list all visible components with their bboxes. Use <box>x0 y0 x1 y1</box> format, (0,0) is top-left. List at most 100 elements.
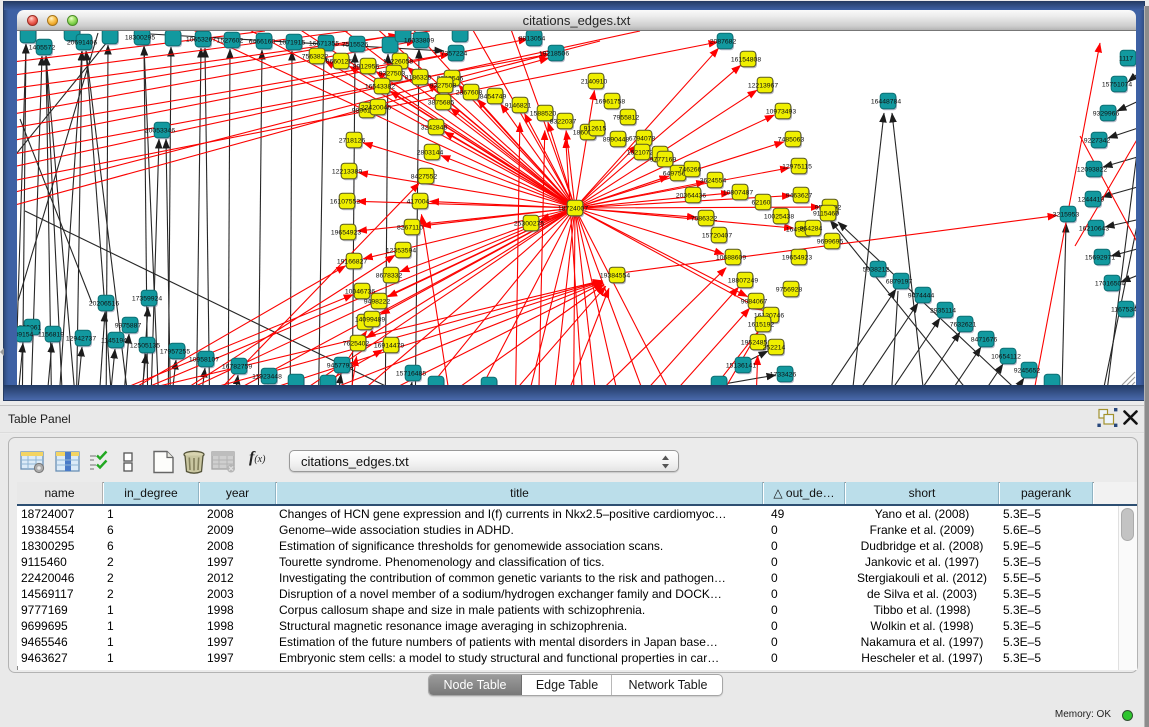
svg-text:3215953: 3215953 <box>1053 211 1080 218</box>
svg-text:2087682: 2087682 <box>710 38 737 45</box>
svg-text:1167534: 1167534 <box>1111 306 1136 313</box>
svg-text:2867608: 2867608 <box>456 89 483 96</box>
svg-text:2803144: 2803144 <box>417 149 444 156</box>
svg-text:964284: 964284 <box>800 225 823 232</box>
svg-text:7357224: 7357224 <box>441 50 468 57</box>
svg-text:17359924: 17359924 <box>132 295 162 302</box>
svg-text:8427552: 8427552 <box>411 173 438 180</box>
svg-text:9699695: 9699695 <box>817 238 844 245</box>
svg-text:9777169: 9777169 <box>650 156 677 163</box>
svg-text:8678332: 8678332 <box>376 272 403 279</box>
svg-text:9327503: 9327503 <box>379 70 406 77</box>
svg-text:15692971: 15692971 <box>1085 254 1115 261</box>
svg-text:10653267: 10653267 <box>186 36 216 43</box>
svg-text:10025438: 10025438 <box>764 213 794 220</box>
svg-text:17016504: 17016504 <box>1095 280 1125 287</box>
svg-text:7515526: 7515526 <box>342 41 369 48</box>
svg-text:15720407: 15720407 <box>702 232 732 239</box>
svg-text:5938212: 5938212 <box>863 266 890 273</box>
svg-text:1527602: 1527602 <box>217 37 244 44</box>
svg-text:9245652: 9245652 <box>1014 367 1041 374</box>
svg-text:10046736: 10046736 <box>345 288 375 295</box>
svg-text:16914479: 16914479 <box>374 342 404 349</box>
svg-text:9457791: 9457791 <box>327 362 354 369</box>
svg-text:12213967: 12213967 <box>748 82 778 89</box>
svg-text:1145194: 1145194 <box>101 337 127 344</box>
svg-text:6879197: 6879197 <box>886 278 913 285</box>
svg-text:9146821: 9146821 <box>505 102 532 109</box>
svg-text:8990448: 8990448 <box>603 136 630 143</box>
svg-text:20053346: 20053346 <box>145 127 175 134</box>
svg-text:8912956: 8912956 <box>353 63 380 70</box>
svg-text:13226058: 13226058 <box>383 58 413 65</box>
svg-text:8267110: 8267110 <box>397 224 423 231</box>
svg-text:20364436: 20364436 <box>676 192 706 199</box>
svg-text:1733426: 1733426 <box>770 371 797 378</box>
svg-text:1244419: 1244419 <box>1078 196 1105 203</box>
svg-text:3875685: 3875685 <box>428 99 455 106</box>
svg-text:1117: 1117 <box>1119 55 1133 62</box>
svg-text:19166827: 19166827 <box>337 258 367 265</box>
svg-text:10807487: 10807487 <box>723 189 753 196</box>
svg-text:9756928: 9756928 <box>776 286 803 293</box>
svg-text:8813054: 8813054 <box>519 35 546 42</box>
svg-text:19654923: 19654923 <box>782 254 812 261</box>
svg-text:3242848: 3242848 <box>421 124 448 131</box>
svg-text:9227342: 9227342 <box>1084 137 1111 144</box>
svg-text:8322037: 8322037 <box>550 118 577 125</box>
svg-text:8454749: 8454749 <box>480 93 507 100</box>
svg-text:10973493: 10973493 <box>766 108 796 115</box>
svg-text:18807249: 18807249 <box>728 277 758 284</box>
svg-text:9084067: 9084067 <box>741 298 768 305</box>
svg-text:1621072: 1621072 <box>627 149 654 156</box>
svg-text:1588520: 1588520 <box>530 110 557 117</box>
svg-text:20691406: 20691406 <box>67 39 97 46</box>
svg-text:6466160: 6466160 <box>249 38 276 45</box>
svg-text:62160: 62160 <box>752 199 771 206</box>
svg-text:1615192: 1615192 <box>748 321 775 328</box>
svg-text:19654923: 19654923 <box>331 229 361 236</box>
svg-text:14099489: 14099489 <box>355 316 385 323</box>
svg-text:12975115: 12975115 <box>782 163 812 170</box>
svg-text:2718126: 2718126 <box>339 137 366 144</box>
svg-text:9474444: 9474444 <box>908 292 935 299</box>
svg-text:19384554: 19384554 <box>600 272 630 279</box>
svg-text:12942737: 12942737 <box>66 335 96 342</box>
svg-text:12213389: 12213389 <box>332 168 362 175</box>
svg-text:9327508: 9327508 <box>430 82 457 89</box>
svg-text:9329966: 9329966 <box>1093 110 1120 117</box>
svg-text:746266: 746266 <box>679 166 702 173</box>
svg-text:22420046: 22420046 <box>361 104 391 111</box>
svg-text:939154: 939154 <box>17 331 34 338</box>
svg-text:19218506: 19218506 <box>539 50 569 57</box>
svg-text:2935114: 2935114 <box>930 307 956 314</box>
svg-text:18300295: 18300295 <box>125 34 155 41</box>
svg-text:12093822: 12093822 <box>1077 166 1107 173</box>
svg-text:7563822: 7563822 <box>302 53 329 60</box>
svg-text:16107552: 16107552 <box>330 198 360 205</box>
svg-text:8660125: 8660125 <box>326 58 353 65</box>
svg-text:10654112: 10654112 <box>991 353 1021 360</box>
svg-text:912615: 912615 <box>584 125 607 132</box>
svg-text:1071915: 1071915 <box>279 39 306 46</box>
svg-text:16210643: 16210643 <box>1079 225 1109 232</box>
svg-text:11923448: 11923448 <box>252 373 282 380</box>
svg-text:252214: 252214 <box>763 344 786 351</box>
svg-text:2140910: 2140910 <box>581 78 608 85</box>
svg-text:7625402: 7625402 <box>343 340 370 347</box>
svg-text:16154808: 16154808 <box>731 56 761 63</box>
svg-text:9463627: 9463627 <box>786 192 813 199</box>
svg-text:17957255: 17957255 <box>160 348 190 355</box>
svg-text:10688609: 10688609 <box>716 254 746 261</box>
svg-text:9115460: 9115460 <box>813 210 839 217</box>
svg-text:16671355: 16671355 <box>309 40 339 47</box>
svg-text:16782759: 16782759 <box>222 363 252 370</box>
svg-text:15136141: 15136141 <box>726 362 756 369</box>
svg-text:12505135: 12505135 <box>130 342 160 349</box>
svg-text:9975887: 9975887 <box>115 322 142 329</box>
svg-text:6794078: 6794078 <box>629 135 656 142</box>
svg-text:16543382: 16543382 <box>365 83 395 90</box>
svg-text:16448784: 16448784 <box>871 98 901 105</box>
svg-text:16961758: 16961758 <box>595 98 625 105</box>
svg-text:7485063: 7485063 <box>778 136 805 143</box>
